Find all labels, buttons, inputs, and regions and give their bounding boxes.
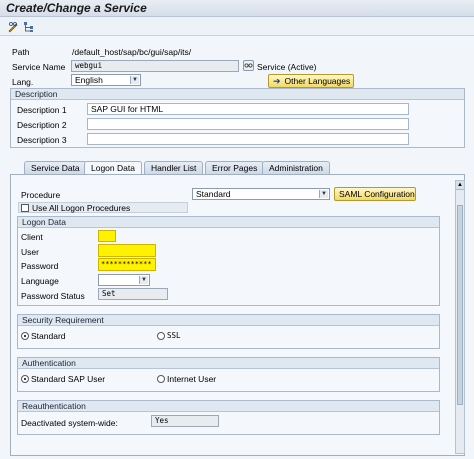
tab-logon-data[interactable]: Logon Data [84, 161, 142, 175]
hierarchy-icon[interactable] [22, 20, 35, 33]
language-select[interactable]: English ▼ [71, 74, 141, 86]
client-label: Client [21, 232, 43, 242]
window-title: Create/Change a Service [6, 1, 147, 15]
procedure-select[interactable]: Standard ▼ [192, 188, 330, 200]
security-standard-label: Standard [31, 331, 66, 341]
tab-service-data[interactable]: Service Data [24, 161, 87, 174]
description-1-label: Description 1 [17, 105, 67, 115]
path-label: Path [12, 47, 30, 57]
procedure-label: Procedure [21, 190, 61, 200]
security-title: Security Requirement [18, 315, 439, 326]
security-ssl-label: SSL [167, 331, 181, 340]
tab-error-pages[interactable]: Error Pages [205, 161, 265, 174]
pencil-glasses-icon[interactable] [6, 20, 19, 33]
user-field[interactable] [98, 244, 156, 257]
client-field[interactable] [98, 230, 116, 242]
description-3-field[interactable] [87, 133, 409, 145]
saml-configuration-button[interactable]: SAML Configuration [334, 187, 416, 201]
other-languages-button[interactable]: ➔ Other Languages [268, 74, 354, 88]
other-languages-label: Other Languages [284, 76, 351, 86]
tab-administration[interactable]: Administration [262, 161, 330, 174]
deactivated-field: Yes [151, 415, 219, 427]
service-name-field[interactable]: webgui [71, 60, 239, 72]
chevron-down-icon: ▼ [319, 190, 328, 198]
user-label: User [21, 247, 39, 257]
auth-standard-sap-user-radio[interactable] [21, 375, 29, 383]
auth-internet-user-radio[interactable] [157, 375, 165, 383]
use-all-checkbox[interactable] [21, 204, 29, 212]
service-status: Service (Active) [257, 62, 317, 72]
logon-data-title: Logon Data [18, 217, 439, 228]
application-toolbar [0, 17, 474, 36]
security-ssl-radio[interactable] [157, 332, 165, 340]
password-status-field: Set [98, 288, 168, 300]
lang-label: Lang. [12, 77, 34, 87]
logon-language-select[interactable]: ▼ [98, 274, 150, 286]
scroll-thumb[interactable] [457, 205, 463, 405]
description-1-field[interactable]: SAP GUI for HTML [87, 103, 409, 115]
security-standard-radio[interactable] [21, 332, 29, 340]
glasses-icon[interactable] [243, 60, 254, 71]
vertical-scrollbar[interactable]: ▲ [455, 180, 465, 454]
title-bar: Create/Change a Service [0, 0, 474, 17]
auth-internet-user-label: Internet User [167, 374, 217, 384]
authentication-title: Authentication [18, 358, 439, 369]
arrow-right-icon: ➔ [273, 76, 281, 86]
description-3-label: Description 3 [17, 135, 67, 145]
use-all-label: Use All Logon Procedures [32, 203, 131, 213]
auth-standard-sap-user-label: Standard SAP User [31, 374, 106, 384]
deactivated-label: Deactivated system-wide: [21, 418, 118, 428]
description-group-title: Description [11, 89, 464, 100]
tab-handler-list[interactable]: Handler List [144, 161, 204, 174]
scroll-up-icon[interactable]: ▲ [456, 181, 464, 190]
language-label: Language [21, 276, 59, 286]
service-name-label: Service Name [12, 62, 66, 72]
procedure-select-value: Standard [196, 189, 231, 199]
password-label: Password [21, 261, 59, 271]
chevron-down-icon: ▼ [139, 276, 148, 284]
security-group: Security Requirement [17, 314, 440, 349]
description-2-field[interactable] [87, 118, 409, 130]
path-value: /default_host/sap/bc/gui/sap/its/ [72, 47, 192, 57]
password-field[interactable]: ************ [98, 258, 156, 271]
password-status-label: Password Status [21, 291, 85, 301]
chevron-down-icon: ▼ [130, 76, 139, 84]
description-2-label: Description 2 [17, 120, 67, 130]
language-select-value: English [75, 75, 103, 85]
reauthentication-title: Reauthentication [18, 401, 439, 412]
